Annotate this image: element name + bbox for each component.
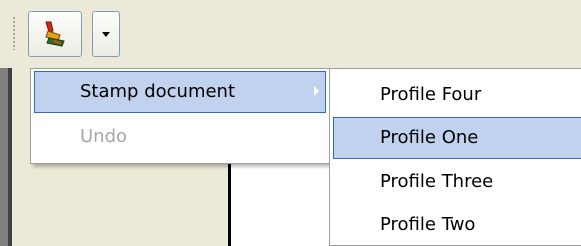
submenu-item-profile-four[interactable]: Profile Four (333, 74, 581, 116)
submenu-item-profile-one[interactable]: Profile One (333, 117, 581, 159)
submenu-item-label: Profile One (380, 127, 479, 148)
submenu-item-label: Profile Four (380, 84, 482, 105)
toolbar (0, 0, 581, 68)
menu-item-undo: Undo (34, 116, 326, 158)
menu-item-label: Stamp document (80, 81, 236, 102)
menu-item-label: Undo (80, 126, 128, 147)
submenu-item-profile-two[interactable]: Profile Two (333, 204, 581, 246)
stamp-button[interactable] (28, 11, 82, 57)
menu-item-stamp-document[interactable]: Stamp document (34, 71, 326, 113)
profile-submenu: Profile Four Profile One Profile Three P… (329, 68, 581, 246)
chevron-down-icon (102, 31, 110, 37)
submenu-arrow-icon (314, 86, 319, 96)
submenu-item-label: Profile Three (380, 171, 494, 192)
stamp-icon (45, 21, 65, 47)
stamp-dropdown-button[interactable] (92, 11, 120, 57)
pane-edge (0, 68, 8, 246)
submenu-item-label: Profile Two (380, 214, 476, 235)
toolbar-gripper[interactable] (12, 16, 17, 50)
submenu-item-profile-three[interactable]: Profile Three (333, 161, 581, 203)
stamp-menu: Stamp document Undo (30, 68, 330, 164)
